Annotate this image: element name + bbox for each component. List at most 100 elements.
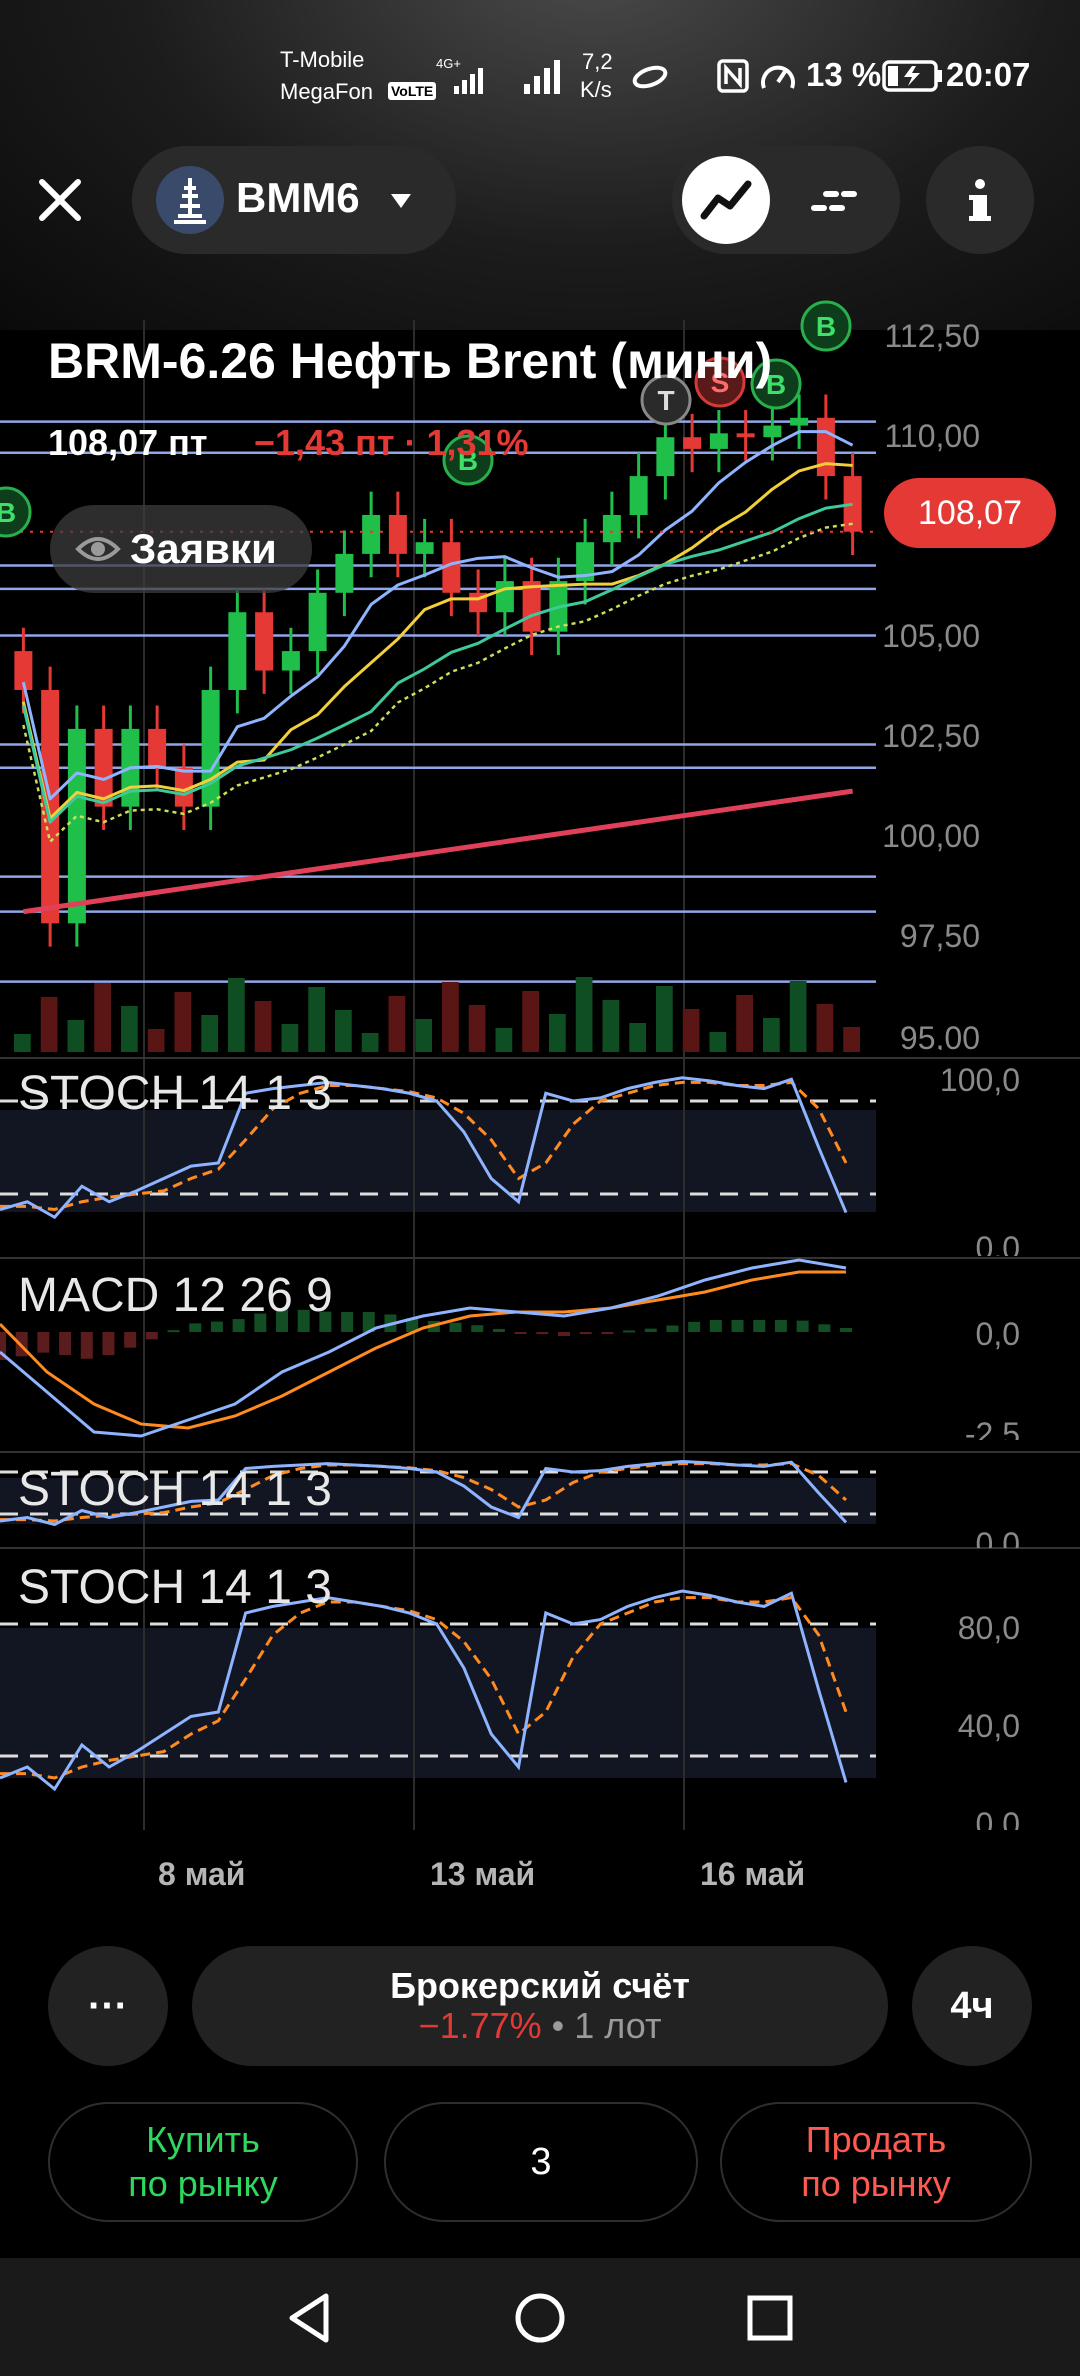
macd-histogram-bar <box>102 1332 115 1356</box>
timeframe-label: 4ч <box>950 1984 994 2027</box>
back-triangle-icon[interactable] <box>280 2288 340 2348</box>
system-nav-bar <box>0 2258 1080 2376</box>
macd-histogram-bar <box>210 1321 223 1332</box>
volume-bar <box>629 1023 646 1052</box>
account-subline: −1.77% • 1 лот <box>419 2006 662 2046</box>
account-lots: • 1 лот <box>551 2005 662 2046</box>
carrier-2: MegaFon <box>280 79 373 104</box>
orders-toggle[interactable]: Заявки <box>50 505 312 593</box>
macd-histogram-bar <box>796 1320 809 1332</box>
macd-histogram-bar <box>449 1322 462 1332</box>
trade-marker-label: B <box>816 311 836 342</box>
volte-badge: VoLTE <box>388 82 437 100</box>
candle-body <box>709 433 728 449</box>
macd-histogram-bar <box>623 1330 636 1333</box>
macd-histogram-bar <box>514 1332 527 1334</box>
macd-histogram-bar <box>666 1325 679 1332</box>
current-price: 108,07 пт <box>48 422 208 463</box>
date-tick: 8 май <box>158 1856 246 1892</box>
buy-market-button[interactable]: Купить по рынку <box>48 2102 358 2222</box>
orders-label: Заявки <box>130 525 277 572</box>
macd-axis-label: -2,5 <box>964 1416 1020 1440</box>
price-axis-label: 105,00 <box>882 618 980 654</box>
account-label: Брокерский счёт <box>390 1965 690 2006</box>
macd-histogram-bar <box>37 1332 50 1353</box>
candle-body <box>415 542 434 554</box>
close-icon <box>39 179 81 221</box>
stoch-indicator-label: STOCH 14 1 3 <box>18 1067 332 1120</box>
stoch-panel-bg <box>0 1110 876 1212</box>
stoch-axis-label: 80,0 <box>957 1610 1020 1646</box>
macd-histogram-bar <box>688 1321 701 1332</box>
volume-bar <box>308 987 325 1052</box>
stoch-axis-label: 100,0 <box>939 1062 1020 1098</box>
account-change: −1.77% <box>418 2005 542 2046</box>
eye-icon <box>75 537 121 561</box>
macd-histogram-bar <box>840 1328 852 1332</box>
macd-histogram-bar <box>167 1330 180 1333</box>
quantity-value: 3 <box>530 2141 552 2183</box>
macd-histogram-bar <box>774 1320 787 1332</box>
volume-bar <box>682 1009 700 1052</box>
macd-histogram-bar <box>145 1332 158 1340</box>
speed-value: 7,2 <box>582 49 613 74</box>
signal-icon-2 <box>524 60 560 94</box>
candle-body <box>281 651 300 671</box>
volume-bar <box>201 1015 218 1052</box>
timeframe-button[interactable]: 4ч <box>912 1946 1032 2066</box>
candle-body <box>255 612 274 671</box>
ma-line-long <box>23 788 853 915</box>
volume-bar <box>67 1020 85 1052</box>
buy-label-line2: по рынку <box>128 2163 278 2204</box>
candle-body <box>790 417 809 426</box>
macd-histogram-bar <box>818 1324 831 1332</box>
volume-bar <box>40 997 58 1052</box>
order-book-mode-button[interactable] <box>790 156 878 244</box>
hotspot-icon <box>632 65 668 89</box>
volume-bar <box>789 981 807 1052</box>
candle-body <box>683 437 702 449</box>
volume-bar <box>174 992 192 1052</box>
volume-bar <box>736 995 753 1052</box>
line-chart-mode-button[interactable] <box>682 156 770 244</box>
trade-marker-label: B <box>0 497 16 528</box>
macd-axis-label: 0,0 <box>975 1316 1020 1352</box>
recent-square-icon[interactable] <box>740 2288 800 2348</box>
speed-unit: K/s <box>580 77 612 102</box>
volume-bar <box>121 1006 138 1052</box>
macd-indicator-label: MACD 12 26 9 <box>18 1269 333 1322</box>
candle-body <box>228 612 247 690</box>
price-axis-label: 112,50 <box>884 318 981 354</box>
carrier-1: T-Mobile <box>280 47 365 72</box>
volume-bar <box>442 982 459 1052</box>
price-axis-label: 110,00 <box>884 418 981 454</box>
candle-body <box>201 690 220 807</box>
volume-bar <box>254 1001 272 1052</box>
info-button[interactable] <box>926 146 1034 254</box>
ticker-selector[interactable]: BMM6 <box>132 146 456 254</box>
home-circle-icon[interactable] <box>510 2288 570 2348</box>
macd-histogram-bar <box>709 1320 722 1332</box>
macd-histogram-bar <box>558 1332 570 1336</box>
sell-market-button[interactable]: Продать по рынку <box>720 2102 1032 2222</box>
ticker-label: BMM6 <box>236 174 360 221</box>
macd-histogram-bar <box>536 1332 549 1335</box>
more-button[interactable]: ··· <box>48 1946 168 2066</box>
last-price-badge: 108,07 <box>884 478 1056 548</box>
volume-bar <box>415 1019 432 1052</box>
macd-histogram-bar <box>644 1328 657 1332</box>
account-selector[interactable]: Брокерский счёт −1.77% • 1 лот <box>192 1946 888 2066</box>
macd-histogram-bar <box>601 1332 614 1334</box>
volume-bar <box>14 1034 31 1052</box>
candle-body <box>602 515 621 543</box>
volume-bar <box>816 1004 834 1052</box>
close-button[interactable] <box>20 160 100 240</box>
instrument-title: BRM-6.26 Нефть Brent (мини) <box>48 333 773 389</box>
candle-body <box>629 476 648 515</box>
macd-histogram-bar <box>753 1320 766 1332</box>
quantity-field[interactable]: 3 <box>384 2102 698 2222</box>
volume-bar <box>228 978 245 1052</box>
oil-rig-icon <box>156 166 224 234</box>
chart-mode-toggle[interactable] <box>672 146 900 254</box>
stoch-indicator-label: STOCH 14 1 3 <box>18 1463 332 1516</box>
